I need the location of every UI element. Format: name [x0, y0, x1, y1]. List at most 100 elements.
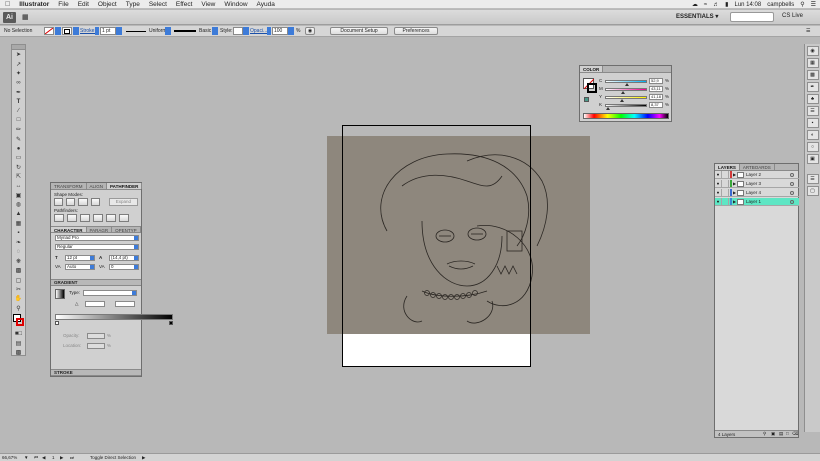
- expand-button[interactable]: Expand: [108, 198, 139, 206]
- profile-dropdown[interactable]: [165, 27, 171, 35]
- symbol-sprayer-tool-icon[interactable]: ❋: [12, 257, 25, 266]
- unite-button[interactable]: [54, 198, 64, 206]
- shape-builder-tool-icon[interactable]: ◍: [12, 200, 25, 209]
- scale-tool-icon[interactable]: ⇱: [12, 172, 25, 181]
- color-guide-dock-icon[interactable]: ▦: [806, 58, 819, 68]
- gradient-tool-icon[interactable]: ▪: [12, 228, 25, 237]
- creative-cloud-icon[interactable]: ☁: [692, 1, 698, 8]
- font-size-field[interactable]: 12 pt: [65, 255, 95, 261]
- layer-row[interactable]: ● ▶ Layer 1: [715, 197, 799, 206]
- font-style-field[interactable]: Regular: [55, 244, 139, 250]
- stroke-swatch-dropdown[interactable]: [73, 27, 79, 35]
- color-channel-slider[interactable]: [605, 104, 647, 107]
- drawing-modes-icon[interactable]: ▤: [12, 338, 25, 347]
- artboard-tool-icon[interactable]: ▢: [12, 275, 25, 284]
- menu-app[interactable]: Illustrator: [19, 1, 49, 8]
- leading-field[interactable]: (14,4 pt): [109, 255, 139, 261]
- color-channel-slider[interactable]: [605, 88, 647, 91]
- artboards-dock-icon[interactable]: ▢: [806, 186, 819, 196]
- stroke-weight-input[interactable]: 1 pt: [100, 27, 116, 35]
- lock-toggle[interactable]: [722, 170, 729, 179]
- target-icon[interactable]: [790, 181, 794, 186]
- user-name[interactable]: campbells: [767, 2, 794, 8]
- color-spectrum[interactable]: [583, 113, 669, 119]
- last-artboard-icon[interactable]: ⏭: [70, 455, 74, 460]
- gradient-dock-icon[interactable]: ▪: [806, 118, 819, 128]
- transparency-dock-icon[interactable]: ◐: [806, 130, 819, 140]
- stroke-panel-header[interactable]: STROKE: [51, 369, 141, 376]
- tab-layers[interactable]: LAYERS: [715, 164, 740, 170]
- type-tool-icon[interactable]: T: [12, 97, 25, 106]
- column-graph-tool-icon[interactable]: ▩: [12, 266, 25, 275]
- hand-tool-icon[interactable]: ✋: [12, 294, 25, 303]
- color-slider-handle[interactable]: [606, 107, 611, 110]
- target-icon[interactable]: [790, 190, 794, 195]
- color-channel-value[interactable]: 43,11: [649, 86, 663, 92]
- layer-name[interactable]: Layer 1: [746, 199, 761, 204]
- recolor-artwork-button[interactable]: ◉: [305, 27, 315, 35]
- direct-selection-tool-icon[interactable]: ↗: [12, 59, 25, 68]
- cs-live-button[interactable]: CS Live: [782, 13, 803, 19]
- layer-name[interactable]: Layer 2: [746, 172, 761, 177]
- symbols-dock-icon[interactable]: ♣: [806, 94, 819, 104]
- color-slider-handle[interactable]: [625, 83, 630, 86]
- crop-button[interactable]: [93, 214, 103, 222]
- zoom-level[interactable]: 66,67%: [2, 455, 17, 460]
- brushes-dock-icon[interactable]: ✒: [806, 82, 819, 92]
- gradient-swatch[interactable]: [55, 289, 65, 299]
- preferences-button[interactable]: Preferences: [394, 27, 438, 35]
- tab-color[interactable]: COLOR: [580, 66, 604, 72]
- eye-icon[interactable]: ●: [715, 179, 722, 188]
- trim-button[interactable]: [67, 214, 77, 222]
- fill-swatch[interactable]: [44, 27, 54, 35]
- arrange-documents-icon[interactable]: ▦: [22, 13, 29, 21]
- tab-artboards[interactable]: ARTBOARDS: [740, 164, 775, 170]
- layer-row[interactable]: ● ▶ Layer 4: [715, 188, 799, 197]
- menu-file[interactable]: File: [58, 1, 68, 8]
- stroke-swatch[interactable]: [62, 27, 72, 35]
- search-icon[interactable]: ⚲: [800, 1, 804, 8]
- eye-icon[interactable]: ●: [715, 197, 722, 206]
- trash-icon[interactable]: ⌫: [792, 431, 798, 437]
- lasso-tool-icon[interactable]: ∞: [12, 78, 25, 87]
- layer-row[interactable]: ● ▶ Layer 2: [715, 170, 799, 179]
- gradient-type-field[interactable]: [83, 290, 137, 296]
- intersect-button[interactable]: [78, 198, 88, 206]
- list-icon[interactable]: ☰: [811, 1, 816, 8]
- style-swatch[interactable]: [233, 27, 243, 35]
- gradient-angle-field[interactable]: [85, 301, 105, 307]
- tracking-field[interactable]: 0: [109, 264, 139, 270]
- brush-dropdown[interactable]: [212, 27, 218, 35]
- magic-wand-tool-icon[interactable]: ✦: [12, 69, 25, 78]
- screen-mode-icon[interactable]: ▩: [12, 348, 25, 357]
- last-color-swatch[interactable]: [584, 97, 589, 102]
- color-channel-slider[interactable]: [605, 96, 647, 99]
- clock[interactable]: Lun 14:08: [734, 2, 761, 8]
- gradient-slider[interactable]: [55, 314, 173, 320]
- tab-paragraph[interactable]: PARAGR: [87, 227, 113, 233]
- exclude-button[interactable]: [90, 198, 100, 206]
- menu-type[interactable]: Type: [126, 1, 140, 8]
- swatches-dock-icon[interactable]: ▩: [806, 70, 819, 80]
- first-artboard-icon[interactable]: ⏮: [34, 455, 38, 460]
- style-dropdown[interactable]: [243, 27, 249, 35]
- variable-width-profile[interactable]: Uniform: [126, 27, 170, 35]
- blend-tool-icon[interactable]: ◌: [12, 247, 25, 256]
- rotate-tool-icon[interactable]: ↻: [12, 163, 25, 172]
- gradient-location-field[interactable]: [87, 343, 105, 349]
- eyedropper-tool-icon[interactable]: ❧: [12, 238, 25, 247]
- color-channel-value[interactable]: 52,9: [649, 78, 663, 84]
- artboard-number[interactable]: 1: [52, 455, 55, 460]
- artboard-border[interactable]: [342, 125, 531, 367]
- lock-toggle[interactable]: [722, 188, 729, 197]
- panel-menu-icon[interactable]: ☰: [806, 27, 810, 35]
- new-layer-icon[interactable]: □: [786, 431, 789, 436]
- blob-brush-tool-icon[interactable]: ●: [12, 144, 25, 153]
- tab-pathfinder[interactable]: PATHFINDER: [107, 183, 143, 189]
- target-icon[interactable]: [790, 199, 794, 204]
- document-setup-button[interactable]: Document Setup: [330, 27, 388, 35]
- paintbrush-tool-icon[interactable]: ✏: [12, 125, 25, 134]
- fill-dropdown[interactable]: [55, 27, 61, 35]
- status-menu-icon[interactable]: ▶: [142, 455, 145, 461]
- line-tool-icon[interactable]: ∕: [12, 106, 25, 115]
